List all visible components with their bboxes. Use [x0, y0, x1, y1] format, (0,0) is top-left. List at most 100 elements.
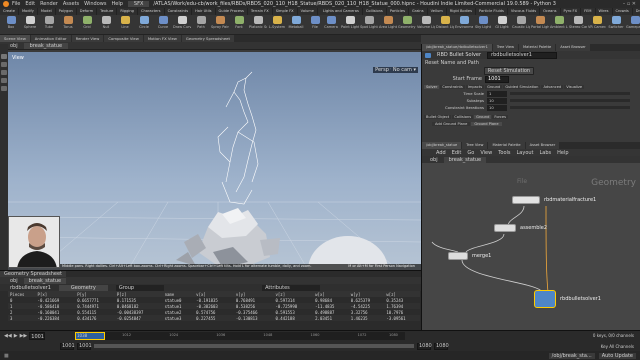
param-field-value[interactable]: 10 — [487, 97, 507, 104]
range-start-field[interactable]: 1001 — [60, 342, 75, 350]
shelf-tool[interactable]: Geometry Light — [398, 16, 416, 34]
object-tab[interactable]: Bullet Object — [424, 114, 452, 119]
shelf-tab[interactable]: Model — [38, 8, 56, 15]
table-row[interactable]: 3 -0.226384 0.434176 -0.0254847 statue3 0.227… — [8, 315, 420, 321]
shelf-tab[interactable]: Hair Utils — [192, 8, 216, 15]
scale-tool-icon[interactable] — [1, 78, 7, 83]
shelf-tab[interactable]: Create — [0, 8, 19, 15]
handle-tool-icon[interactable] — [1, 86, 7, 91]
param-field-slider[interactable] — [510, 106, 630, 109]
current-frame-field[interactable]: 1001 — [29, 332, 46, 340]
play-back-icon[interactable]: ◀◀ — [4, 333, 12, 339]
sheet-attributes-field[interactable]: Attributes — [262, 284, 320, 291]
shelf-tool[interactable]: Area Light — [379, 16, 397, 34]
object-tab[interactable]: Forces — [492, 114, 508, 119]
timeline-slider[interactable]: 10011012102410361048106010721080 1038 — [75, 332, 405, 340]
shelf-tab[interactable]: Grains — [409, 8, 428, 15]
shelf-tab[interactable]: Volume — [298, 8, 319, 15]
play-icon[interactable]: ▶ — [14, 333, 18, 339]
shelf-tab[interactable]: FEM — [581, 8, 596, 15]
shelf-tab[interactable]: Crowds — [613, 8, 633, 15]
range-end-field-2[interactable]: 1080 — [434, 342, 449, 350]
shelf-tab[interactable]: Simple FX — [273, 8, 298, 15]
shelf-tool[interactable]: Curve — [154, 16, 172, 34]
shelf-tool[interactable]: Portal Light — [531, 16, 549, 34]
shelf-tab[interactable]: Particles — [387, 8, 409, 15]
shelf-tab[interactable]: Lights and Cameras — [320, 8, 363, 15]
shelf-tool[interactable]: Ambient Light — [550, 16, 568, 34]
node-rbdbulletsolver1[interactable]: rbdbulletsolver1 — [534, 290, 601, 308]
shelf-tab[interactable]: Oceans — [540, 8, 561, 15]
param-field-slider[interactable] — [510, 99, 630, 102]
desktop-select[interactable]: SFX — [127, 1, 150, 7]
shelf-tab[interactable]: Guide Process — [216, 8, 248, 15]
solver-tab[interactable]: Advanced — [541, 84, 564, 89]
node-body[interactable] — [512, 196, 540, 204]
shelf-tab[interactable]: Viscous Fluids — [508, 8, 541, 15]
shelf-tool[interactable]: VR Camera — [588, 16, 606, 34]
ground-tab[interactable]: Ground Plane — [471, 121, 502, 126]
playhead[interactable]: 1038 — [75, 332, 105, 340]
shelf-tab[interactable]: Rigid Bodies — [447, 8, 476, 15]
ground-tab[interactable]: Add Ground Plane — [432, 121, 471, 126]
window-controls[interactable]: – ▫ ✕ — [623, 1, 636, 7]
shelf-tool[interactable]: Volume Light — [417, 16, 435, 34]
shelf-tool[interactable]: File — [306, 16, 320, 34]
shelf-tool[interactable]: L-System — [268, 16, 286, 34]
shelf-tab[interactable]: Rigging — [117, 8, 138, 15]
param-field-slider[interactable] — [510, 92, 630, 95]
menu-item-windows[interactable]: Windows — [84, 1, 106, 7]
shelf-tool[interactable]: Font — [230, 16, 248, 34]
shelf-tool[interactable]: Gamepad Camera — [626, 16, 640, 34]
shelf-tool[interactable]: Path — [192, 16, 210, 34]
solver-tab[interactable]: Solver — [424, 84, 440, 89]
start-frame-field[interactable]: 1001 — [485, 75, 509, 83]
auto-update-menu[interactable]: Auto Update — [598, 352, 636, 359]
shelf-tab[interactable]: Polygon — [56, 8, 77, 15]
shelf-tool[interactable]: Point Light — [341, 16, 359, 34]
select-tool-icon[interactable] — [1, 54, 7, 59]
shelf-tool[interactable]: Stereo Camera — [569, 16, 587, 34]
reset-simulation-button[interactable]: Reset Simulation — [484, 67, 534, 75]
solver-tab[interactable]: Visualize — [564, 84, 585, 89]
param-pane-tab[interactable]: Tree View — [492, 44, 519, 51]
shelf-tab[interactable]: Drive Simulation — [633, 8, 640, 15]
param-pane-tab[interactable]: Material Palette — [519, 44, 556, 51]
shelf-tab[interactable]: Texture — [97, 8, 118, 15]
tab-composite-view[interactable]: Composite View — [104, 35, 143, 42]
shelf-tool[interactable]: Spray Paint — [211, 16, 229, 34]
shelf-tool[interactable]: Null — [97, 16, 115, 34]
shelf-tool[interactable]: Environment Light — [455, 16, 473, 34]
shelf-tab[interactable]: Terrain FX — [248, 8, 273, 15]
shelf-tab[interactable]: Pyro FX — [561, 8, 582, 15]
shelf-tool[interactable]: Metaball — [287, 16, 305, 34]
key-all-channels[interactable]: Key All Channels — [601, 344, 634, 349]
node-assemble2[interactable]: assemble2 — [494, 224, 547, 232]
shelf-tool[interactable]: Draw Curve — [173, 16, 191, 34]
shelf-tool[interactable]: Caustic Light — [512, 16, 530, 34]
tab-geometry-spreadsheet[interactable]: Geometry Spreadsheet — [0, 271, 67, 277]
shelf-tool[interactable]: Platonic Solids — [249, 16, 267, 34]
menu-item-help[interactable]: Help — [111, 1, 122, 7]
shelf-tool[interactable]: Tube — [40, 16, 58, 34]
play-forward-icon[interactable]: ▶▶ — [20, 333, 28, 339]
shelf-tab[interactable]: Deform — [77, 8, 98, 15]
param-pane-tab[interactable]: /obj/break_statue/rbdbulletsolver1 — [422, 44, 492, 51]
object-tab[interactable]: Collisions — [452, 114, 474, 119]
scene-viewport[interactable]: View Persp ▾ No cam ▾ Middle pans. Right… — [8, 52, 421, 270]
sheet-path-break-statue[interactable]: break_statue — [23, 277, 67, 284]
node-body[interactable] — [448, 252, 468, 260]
range-end-field[interactable]: 1080 — [417, 342, 432, 350]
move-tool-icon[interactable] — [1, 62, 7, 67]
shelf-tab[interactable]: Constraints — [165, 8, 193, 15]
network-editor[interactable]: /obj/break_statue Tree View Material Palet… — [421, 142, 640, 330]
shelf-tab[interactable]: Particle Fluids — [476, 8, 508, 15]
shelf-tool[interactable]: Grid — [78, 16, 96, 34]
sheet-group-field[interactable]: Group — [115, 284, 165, 291]
range-start-field-2[interactable]: 1001 — [77, 342, 92, 350]
node-rbdmaterialfracture1[interactable]: rbdmaterialfracture1 — [512, 196, 596, 204]
param-field-value[interactable]: 10 — [487, 104, 507, 111]
shelf-tool[interactable]: GI Light — [493, 16, 511, 34]
shelf-tool[interactable]: Circle — [135, 16, 153, 34]
shelf-tool[interactable]: Distant Light — [436, 16, 454, 34]
